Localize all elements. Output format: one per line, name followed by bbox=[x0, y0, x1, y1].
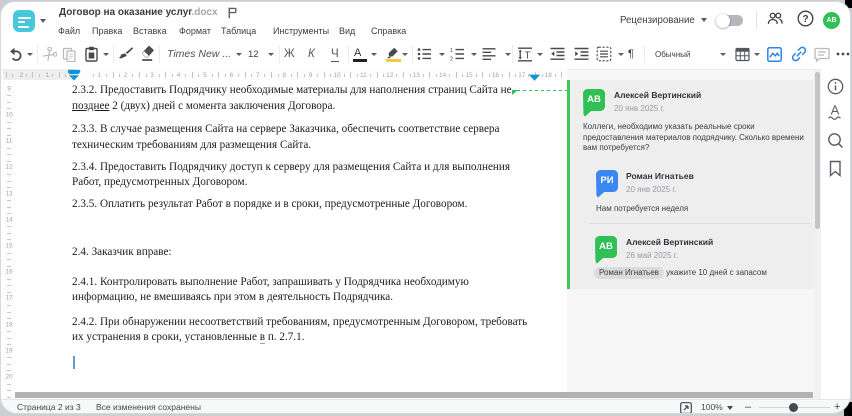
svg-text:2: 2 bbox=[450, 56, 453, 61]
svg-text:1: 1 bbox=[450, 48, 453, 54]
svg-text:?: ? bbox=[802, 14, 808, 25]
svg-text:T: T bbox=[525, 50, 531, 61]
svg-text:А: А bbox=[831, 103, 840, 118]
